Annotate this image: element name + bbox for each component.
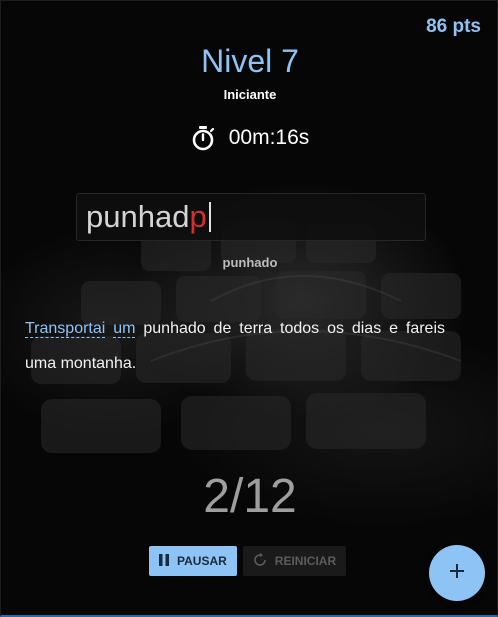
restart-button[interactable]: REINICIAR bbox=[242, 546, 347, 576]
pause-label: PAUSAR bbox=[177, 554, 227, 568]
pause-button[interactable]: PAUSAR bbox=[149, 546, 237, 576]
restart-icon bbox=[253, 552, 267, 570]
control-buttons: PAUSAR REINICIAR bbox=[149, 546, 347, 576]
current-word-hint: punhado bbox=[222, 255, 278, 270]
main-content: 86 pts Nivel 7 Iniciante 00m:16s punhad p… bbox=[1, 1, 497, 615]
text-caret bbox=[208, 202, 211, 232]
restart-label: REINICIAR bbox=[274, 554, 337, 568]
completed-word: um bbox=[113, 320, 136, 338]
typed-error-text: p bbox=[189, 199, 207, 234]
pause-icon bbox=[159, 553, 169, 569]
points-counter: 86 pts bbox=[426, 16, 481, 37]
typed-correct-text: punhad bbox=[86, 199, 190, 234]
plus-icon bbox=[449, 563, 465, 584]
app-screen: 86 pts Nivel 7 Iniciante 00m:16s punhad p… bbox=[0, 0, 498, 617]
level-subtitle: Iniciante bbox=[223, 87, 277, 102]
add-button[interactable] bbox=[429, 545, 485, 601]
timer-value: 00m:16s bbox=[228, 126, 310, 149]
completed-word: Transportai bbox=[25, 320, 106, 338]
typing-input[interactable]: punhad p bbox=[76, 193, 426, 241]
timer: 00m:16s bbox=[1, 125, 497, 151]
stopwatch-icon bbox=[191, 125, 215, 151]
word-progress: 2/12 bbox=[203, 470, 297, 523]
phrase-text: Transportai um punhado de terra todos os… bbox=[25, 311, 445, 381]
level-title: Nivel 7 bbox=[201, 43, 299, 79]
